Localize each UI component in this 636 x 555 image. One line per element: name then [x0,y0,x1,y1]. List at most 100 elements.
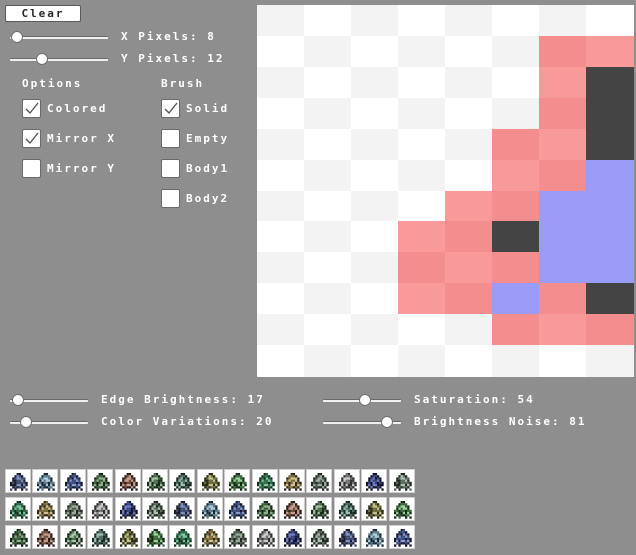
grid-cell[interactable] [304,66,352,99]
grid-cell[interactable] [492,190,540,223]
grid-cell[interactable] [304,345,352,378]
sprite-thumbnail[interactable] [361,469,388,493]
sprite-thumbnail[interactable] [114,525,141,549]
sprite-thumbnail[interactable] [32,469,59,493]
grid-cell[interactable] [586,283,634,316]
grid-cell[interactable] [398,252,446,285]
grid-cell[interactable] [257,5,305,37]
grid-cell[interactable] [257,221,305,254]
grid-cell[interactable] [398,345,446,378]
grid-cell[interactable] [445,190,493,223]
grid-cell[interactable] [445,221,493,254]
grid-cell[interactable] [398,314,446,347]
pixel-editor-canvas[interactable] [257,5,634,378]
sprite-thumbnail[interactable] [279,469,305,493]
solid-brush-checkbox[interactable] [161,99,180,118]
saturation-slider[interactable] [323,394,401,406]
sprite-thumbnail[interactable] [333,469,360,493]
grid-cell[interactable] [445,97,493,130]
grid-cell[interactable] [586,128,634,161]
sprite-thumbnail[interactable] [5,469,31,493]
grid-cell[interactable] [539,66,587,99]
grid-cell[interactable] [586,159,634,192]
grid-cell[interactable] [539,97,587,130]
color-variations-slider[interactable] [10,416,88,428]
grid-cell[interactable] [445,283,493,316]
sprite-thumbnail[interactable] [5,497,31,521]
edge-brightness-slider-thumb[interactable] [12,394,24,406]
sprite-thumbnail[interactable] [87,525,114,549]
grid-cell[interactable] [492,345,540,378]
x-pixels-slider-thumb[interactable] [11,31,23,43]
grid-cell[interactable] [351,128,399,161]
grid-cell[interactable] [351,35,399,68]
grid-cell[interactable] [539,221,587,254]
grid-cell[interactable] [398,5,446,37]
y-pixels-slider[interactable] [10,53,108,65]
grid-cell[interactable] [351,5,399,37]
grid-cell[interactable] [257,283,305,316]
grid-cell[interactable] [351,190,399,223]
grid-cell[interactable] [304,35,352,68]
sprite-thumbnail[interactable] [306,469,333,493]
grid-cell[interactable] [398,35,446,68]
grid-cell[interactable] [351,252,399,285]
grid-cell[interactable] [586,66,634,99]
sprite-thumbnail[interactable] [196,469,223,493]
sprite-thumbnail[interactable] [32,497,59,521]
grid-cell[interactable] [539,128,587,161]
grid-cell[interactable] [586,252,634,285]
grid-cell[interactable] [257,314,305,347]
grid-cell[interactable] [351,221,399,254]
grid-cell[interactable] [445,128,493,161]
sprite-thumbnail[interactable] [279,497,305,521]
sprite-thumbnail[interactable] [196,497,223,521]
grid-cell[interactable] [351,283,399,316]
grid-cell[interactable] [257,252,305,285]
grid-cell[interactable] [539,5,587,37]
grid-cell[interactable] [304,283,352,316]
grid-cell[interactable] [492,128,540,161]
empty-brush-checkbox[interactable] [161,129,180,148]
grid-cell[interactable] [257,128,305,161]
sprite-thumbnail[interactable] [224,469,251,493]
x-pixels-slider[interactable] [10,31,108,43]
grid-cell[interactable] [492,66,540,99]
mirror-y-checkbox[interactable] [22,159,41,178]
grid-cell[interactable] [492,97,540,130]
grid-cell[interactable] [351,345,399,378]
sprite-thumbnail[interactable] [224,525,251,549]
color-variations-slider-thumb[interactable] [20,416,32,428]
grid-cell[interactable] [304,314,352,347]
grid-cell[interactable] [351,97,399,130]
sprite-thumbnail[interactable] [142,525,168,549]
grid-cell[interactable] [398,283,446,316]
grid-cell[interactable] [398,66,446,99]
sprite-thumbnail[interactable] [388,525,415,549]
sprite-thumbnail[interactable] [306,525,333,549]
sprite-thumbnail[interactable] [306,497,333,521]
grid-cell[interactable] [351,66,399,99]
sprite-thumbnail[interactable] [87,469,114,493]
sprite-thumbnail[interactable] [32,525,59,549]
sprite-thumbnail[interactable] [114,469,141,493]
sprite-thumbnail[interactable] [333,525,360,549]
grid-cell[interactable] [586,97,634,130]
grid-cell[interactable] [492,283,540,316]
grid-cell[interactable] [539,283,587,316]
sprite-thumbnail[interactable] [388,497,415,521]
grid-cell[interactable] [398,221,446,254]
sprite-thumbnail[interactable] [169,497,196,521]
grid-cell[interactable] [586,35,634,68]
brightness-noise-slider[interactable] [323,416,401,428]
sprite-thumbnail[interactable] [196,525,223,549]
sprite-thumbnail[interactable] [361,525,388,549]
sprite-thumbnail[interactable] [224,497,251,521]
grid-cell[interactable] [304,159,352,192]
grid-cell[interactable] [539,314,587,347]
sprite-thumbnail[interactable] [142,469,168,493]
grid-cell[interactable] [539,35,587,68]
grid-cell[interactable] [351,159,399,192]
grid-cell[interactable] [257,97,305,130]
sprite-thumbnail[interactable] [5,525,31,549]
